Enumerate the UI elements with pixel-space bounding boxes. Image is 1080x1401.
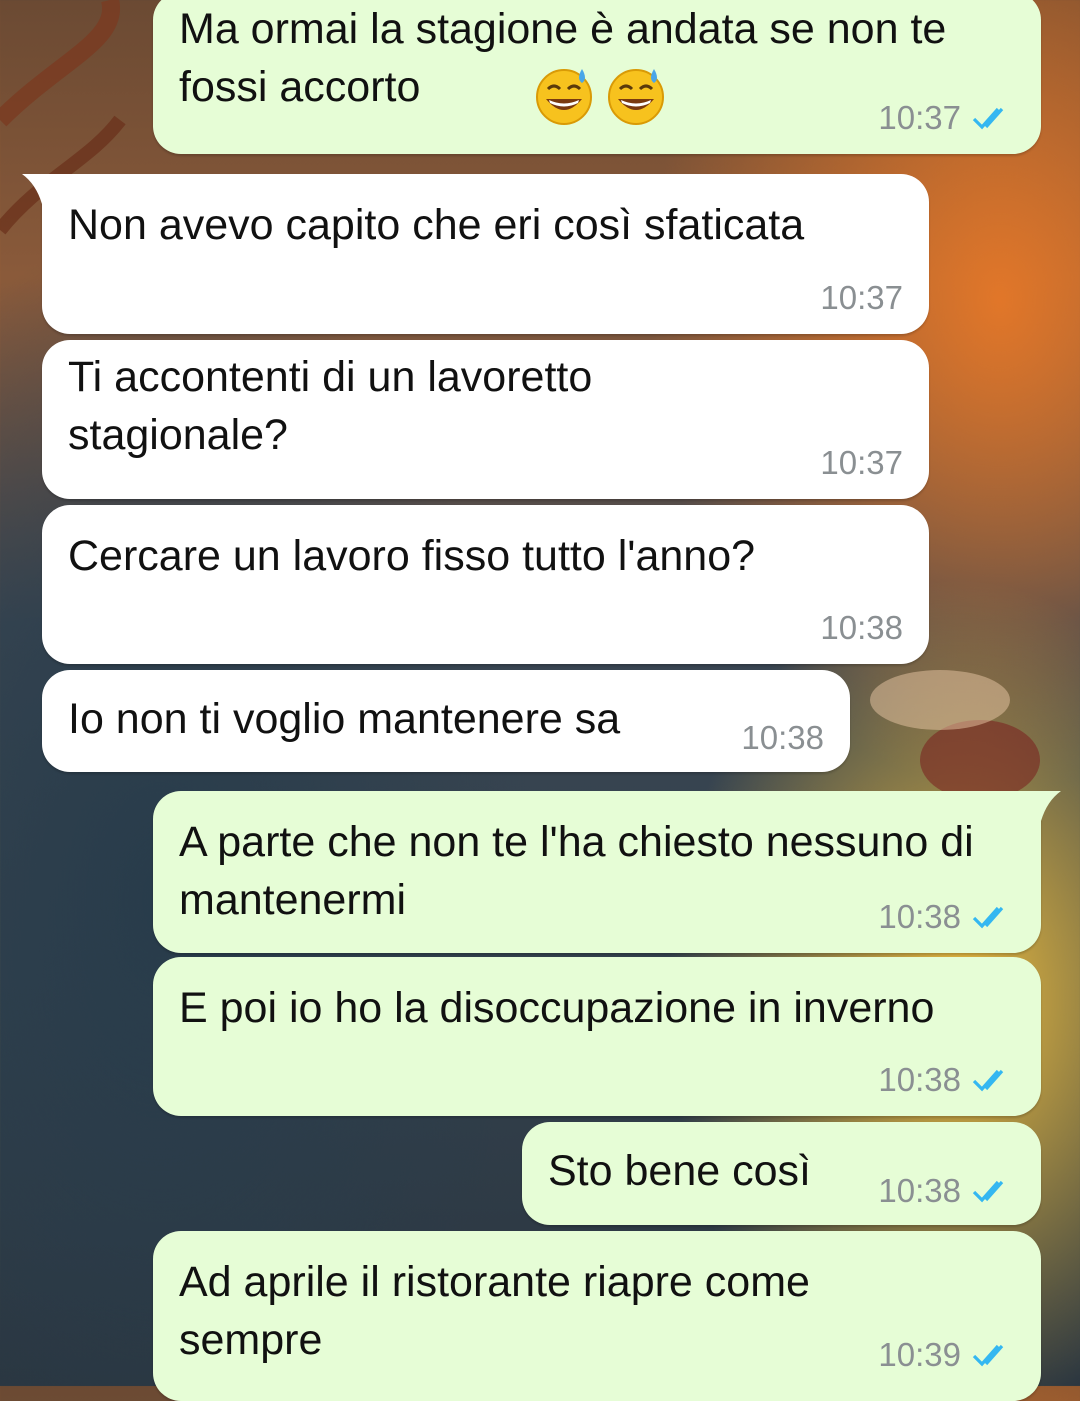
message-meta: 10:38 [741, 720, 824, 756]
bubble-tail [1021, 791, 1061, 821]
message-time: 10:38 [878, 1061, 961, 1098]
message-text: Ad aprile il ristorante riapre come semp… [179, 1258, 822, 1364]
message-meta: 10:38 [878, 1062, 1015, 1098]
message-time: 10:37 [820, 444, 903, 481]
message-time: 10:37 [878, 99, 961, 136]
message-meta: 10:37 [878, 100, 1015, 136]
read-ticks-icon [972, 1180, 1004, 1203]
read-ticks-icon [972, 906, 1004, 929]
message-bubble-outgoing[interactable]: A parte che non te l'ha chiesto nessuno … [153, 791, 1061, 953]
message-bubble-incoming[interactable]: Io non ti voglio mantenere sa 10:38 [42, 670, 850, 772]
message-meta: 10:38 [820, 610, 903, 646]
message-time: 10:38 [878, 898, 961, 935]
message-meta: 10:39 [878, 1337, 1015, 1373]
bubble-tail [22, 174, 62, 204]
message-text: Non avevo capito che eri così sfaticata [68, 201, 805, 249]
message-bubble-outgoing[interactable]: Ad aprile il ristorante riapre come semp… [153, 1231, 1041, 1401]
message-time: 10:38 [878, 1172, 961, 1209]
message-time: 10:39 [878, 1336, 961, 1373]
message-text: E poi io ho la disoccupazione in inverno [179, 984, 935, 1032]
message-bubble-outgoing[interactable]: E poi io ho la disoccupazione in inverno… [153, 957, 1041, 1116]
message-meta: 10:37 [820, 280, 903, 316]
message-text: Cercare un lavoro fisso tutto l'anno? [68, 532, 756, 580]
message-bubble-incoming[interactable]: Non avevo capito che eri così sfaticata … [22, 174, 929, 334]
message-bubble-outgoing[interactable]: Sto bene così 10:38 [522, 1122, 1041, 1225]
message-text: Io non ti voglio mantenere sa [68, 695, 621, 743]
message-meta: 10:37 [820, 445, 903, 481]
message-meta: 10:38 [878, 899, 1015, 935]
message-bubble-incoming[interactable]: Ti accontenti di un lavoretto stagionale… [42, 340, 929, 499]
message-bubble-incoming[interactable]: Cercare un lavoro fisso tutto l'anno? 10… [42, 505, 929, 664]
message-time: 10:38 [820, 609, 903, 646]
read-ticks-icon [972, 1344, 1004, 1367]
message-time: 10:38 [741, 719, 824, 756]
message-time: 10:37 [820, 279, 903, 316]
read-ticks-icon [972, 1069, 1004, 1092]
message-bubble-outgoing[interactable]: Ma ormai la stagione è andata se non te … [153, 0, 1041, 154]
message-meta: 10:38 [878, 1173, 1015, 1209]
message-text: Ti accontenti di un lavoretto stagionale… [68, 353, 605, 459]
read-ticks-icon [972, 107, 1004, 130]
